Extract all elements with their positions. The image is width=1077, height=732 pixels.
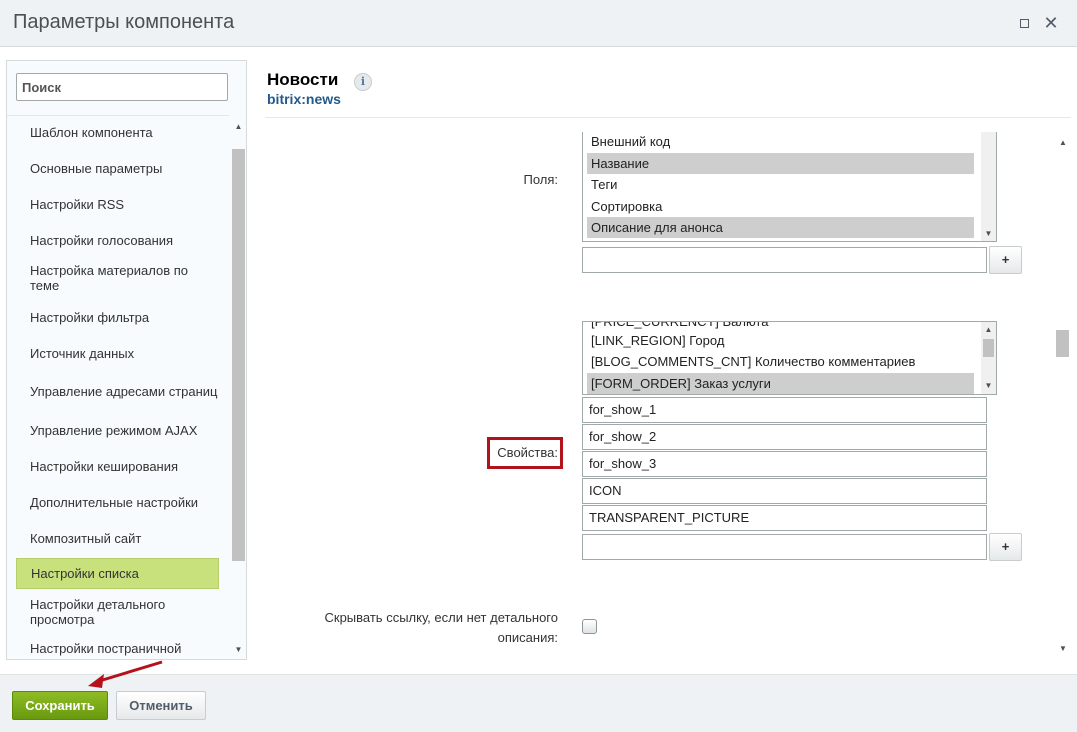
annotation-arrow-icon [88, 660, 163, 688]
hide-link-label-line1: Скрывать ссылку, если нет детального [324, 610, 559, 625]
content-scrollbar[interactable]: ▲ ▼ [1055, 134, 1071, 660]
properties-scroll-thumb[interactable] [983, 339, 994, 357]
list-item[interactable]: [BLOG_COMMENTS_CNT] Количество комментар… [587, 351, 974, 372]
settings-content: Поля: Внешний код Название Теги Сортиров… [265, 118, 1055, 660]
sidebar: Шаблон компонента Основные параметры Нас… [6, 60, 247, 660]
property-input-empty[interactable] [582, 534, 987, 560]
fields-listbox[interactable]: Внешний код Название Теги Сортировка Опи… [582, 132, 997, 242]
properties-listbox[interactable]: [PRICE_CURRENCY] Валюта [LINK_REGION] Го… [582, 321, 997, 395]
fields-add-button[interactable]: + [989, 246, 1022, 274]
sidebar-item-urls[interactable]: Управление адресами страниц [16, 373, 219, 409]
property-input-2[interactable]: for_show_2 [582, 424, 987, 450]
list-item[interactable]: Сортировка [587, 196, 974, 217]
page-title: Новости [267, 70, 339, 89]
hide-link-checkbox[interactable] [582, 619, 597, 634]
search-input[interactable] [16, 73, 228, 101]
sidebar-item-detail[interactable]: Настройки детального просмотра [16, 594, 219, 630]
sidebar-item-additional[interactable]: Дополнительные настройки [16, 489, 219, 515]
list-item[interactable]: [FORM_ORDER] Заказ услуги [587, 373, 974, 394]
list-item[interactable]: Название [587, 153, 974, 174]
scroll-down-icon[interactable]: ▼ [984, 381, 993, 391]
fields-extra-input[interactable] [582, 247, 987, 273]
scroll-up-icon[interactable]: ▲ [233, 121, 244, 132]
sidebar-item-basic[interactable]: Основные параметры [16, 155, 219, 181]
sidebar-item-cache[interactable]: Настройки кеширования [16, 453, 219, 479]
fields-scrollbar[interactable]: ▼ [981, 132, 996, 241]
list-item[interactable]: Теги [587, 174, 974, 195]
component-code: bitrix:news [267, 91, 341, 107]
scroll-down-icon[interactable]: ▼ [1058, 644, 1068, 654]
sidebar-scroll-thumb[interactable] [232, 149, 245, 561]
fields-label: Поля: [523, 172, 558, 187]
property-input-4[interactable]: ICON [582, 478, 987, 504]
sidebar-item-filter[interactable]: Настройки фильтра [16, 304, 219, 330]
sidebar-item-ajax[interactable]: Управление режимом AJAX [16, 417, 219, 443]
content-scroll-thumb[interactable] [1056, 330, 1069, 357]
sidebar-list: Шаблон компонента Основные параметры Нас… [7, 115, 229, 659]
sidebar-item-template[interactable]: Шаблон компонента [16, 119, 219, 145]
sidebar-item-list-settings[interactable]: Настройки списка [16, 558, 219, 589]
close-icon[interactable]: ✕ [1042, 14, 1060, 32]
sidebar-item-voting[interactable]: Настройки голосования [16, 227, 219, 253]
properties-add-button[interactable]: + [989, 533, 1022, 561]
list-item[interactable]: Описание для анонса [587, 217, 974, 238]
scroll-up-icon[interactable]: ▲ [984, 325, 993, 335]
sidebar-item-pagination[interactable]: Настройки постраничной [16, 635, 219, 659]
scroll-down-icon[interactable]: ▼ [233, 644, 244, 655]
property-input-1[interactable]: for_show_1 [582, 397, 987, 423]
properties-scrollbar[interactable]: ▲ ▼ [981, 322, 996, 394]
sidebar-scrollbar[interactable]: ▲ ▼ [231, 117, 246, 659]
scroll-up-icon[interactable]: ▲ [1058, 138, 1068, 148]
list-item[interactable]: Внешний код [587, 132, 974, 152]
scroll-down-icon[interactable]: ▼ [984, 229, 993, 239]
list-item[interactable]: [LINK_REGION] Город [587, 330, 974, 351]
hide-link-label-line2: описания: [497, 630, 558, 645]
window-title: Параметры компонента [13, 11, 235, 33]
property-input-3[interactable]: for_show_3 [582, 451, 987, 477]
sidebar-item-composite[interactable]: Композитный сайт [16, 525, 219, 551]
property-input-5[interactable]: TRANSPARENT_PICTURE [582, 505, 987, 531]
sidebar-item-rss[interactable]: Настройки RSS [16, 191, 219, 217]
window-titlebar: Параметры компонента ✕ [0, 0, 1077, 47]
maximize-icon[interactable] [1015, 14, 1033, 32]
properties-label: Свойства: [497, 445, 558, 460]
sidebar-item-datasource[interactable]: Источник данных [16, 340, 219, 366]
info-icon[interactable]: i [354, 73, 372, 91]
sidebar-item-related[interactable]: Настройка материалов по теме [16, 260, 219, 296]
